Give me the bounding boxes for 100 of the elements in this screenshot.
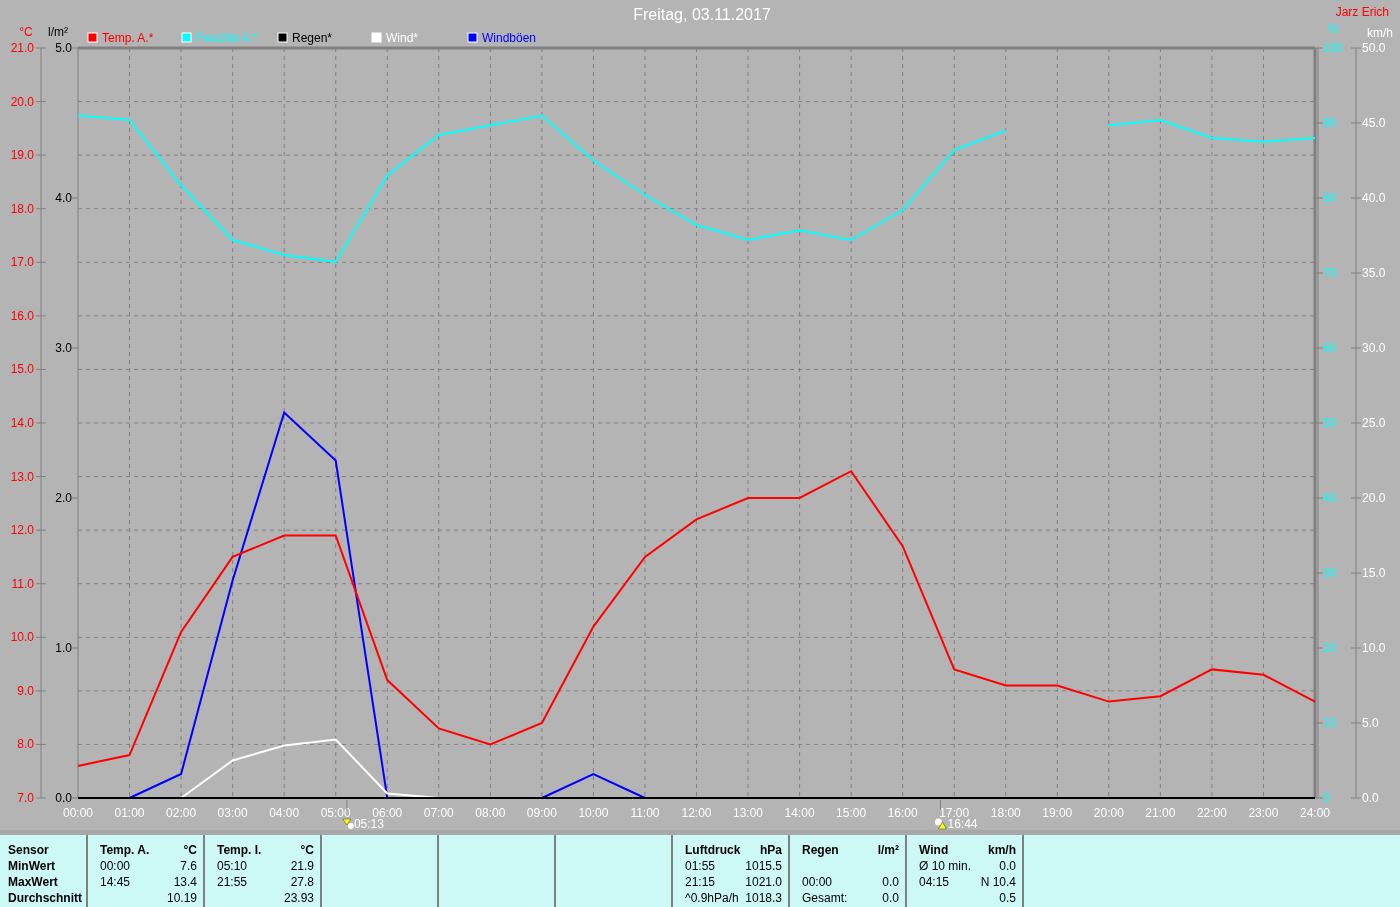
axis-tick-label: 3.0	[55, 341, 72, 355]
legend-label: Windböen	[482, 31, 537, 45]
table-cell-text: 27.8	[289, 875, 314, 891]
table-cell: 10.19	[166, 891, 197, 907]
table-cell-text: Ø 10 min.	[918, 859, 973, 875]
axis-tick-label: 18:00	[990, 806, 1021, 820]
axis-tick-label: 15.0	[10, 362, 34, 377]
row-label: MaxWert	[8, 875, 59, 891]
axis-tick-label: 18.0	[10, 201, 34, 216]
axis-tick-label: 20	[1323, 641, 1337, 655]
axis-tick-label: 10.0	[10, 630, 34, 645]
axis-tick-label: 04:00	[269, 806, 300, 820]
axis-tick-label: 40	[1323, 491, 1337, 505]
table-cell-text: 05:10	[216, 859, 249, 875]
table-cell-text: 14:45	[99, 875, 132, 891]
table-cell-text: 0.0	[998, 859, 1016, 875]
axis-tick-label: 23:00	[1248, 806, 1279, 820]
row-label: Durchschnitt	[8, 891, 80, 907]
column-header: Regen	[801, 843, 840, 859]
legend-label: Wind*	[386, 31, 418, 45]
table-cell-text: 21:15	[684, 875, 717, 891]
axis-tick-label: 19.0	[10, 148, 34, 163]
axis-tick-label: 60	[1323, 341, 1337, 355]
column-header: Wind	[918, 843, 950, 859]
axis-tick-label: 7.0	[17, 791, 34, 805]
axis-tick-label: 80	[1323, 191, 1337, 205]
axis-tick-label: 4.0	[55, 191, 72, 205]
axis-tick-label: 15:00	[836, 806, 867, 820]
table-cell-text: 00:00	[99, 859, 132, 875]
legend-label: Feuchte A.*	[196, 31, 259, 45]
axis-unit: km/h	[1367, 26, 1393, 40]
table-cell-text: ^0.9hPa/h	[684, 891, 740, 907]
axis-tick-label: 10	[1323, 716, 1337, 730]
axis-tick-label: 02:00	[166, 806, 197, 820]
axis-unit: %	[1328, 22, 1339, 36]
axis-tick-label: 16.0	[10, 308, 34, 323]
user-name: Jarz Erich	[1335, 5, 1389, 19]
axis-tick-label: 13:00	[733, 806, 764, 820]
axis-tick-label: 12.0	[10, 523, 34, 538]
table-cell-text: 0.5	[998, 891, 1016, 907]
axis-tick-label: 00:00	[63, 806, 93, 820]
axis-tick-label: 17.0	[10, 255, 34, 270]
row-label: Sensor	[8, 843, 50, 859]
axis-tick-label: 5.0	[1362, 716, 1379, 730]
axis-tick-label: 30	[1323, 566, 1337, 580]
axis-tick-label: 35.0	[1362, 266, 1386, 280]
axis-tick-label: 05:00	[320, 806, 351, 820]
axis-tick-label: 10.0	[1362, 641, 1386, 655]
axis-tick-label: 15.0	[1362, 566, 1386, 580]
axis-tick-label: 14.0	[10, 416, 34, 430]
axis-tick-label: 14:00	[784, 806, 815, 820]
legend-label: Regen*	[292, 31, 333, 45]
axis-tick-label: 07:00	[423, 806, 454, 820]
table-cell: N 10.4	[980, 875, 1016, 891]
axis-tick-label: 16:00	[887, 806, 918, 820]
axis-tick-label: 25.0	[1362, 416, 1386, 430]
axis-unit: l/m²	[48, 25, 68, 39]
axis-unit: °C	[19, 25, 33, 39]
table-cell-text: 0.0	[881, 891, 899, 907]
axis-tick-label: 20.0	[1362, 491, 1386, 505]
table-cell-text: 21:55	[216, 875, 249, 891]
axis-tick-label: 40.0	[1362, 191, 1386, 205]
axis-tick-label: 1.0	[55, 641, 72, 655]
legend-label: Temp. A.*	[102, 31, 154, 45]
axis-tick-label: 01:00	[114, 806, 145, 820]
column-header: Luftdruck	[684, 843, 742, 859]
axis-tick-label: 20:00	[1093, 806, 1124, 820]
axis-tick-label: 17:00	[939, 806, 970, 820]
axis-tick-label: 08:00	[475, 806, 506, 820]
axis-tick-label: 12:00	[681, 806, 712, 820]
chart-title: Freitag, 03.11.2017	[633, 6, 771, 23]
axis-tick-label: 0.0	[1362, 791, 1379, 805]
unit-label: l/m²	[877, 843, 899, 859]
axis-tick-label: 10:00	[578, 806, 609, 820]
axis-tick-label: 5.0	[55, 41, 72, 55]
axis-tick-label: 21.0	[10, 41, 34, 55]
axis-tick-label: 11.0	[11, 576, 34, 591]
axis-tick-label: 30.0	[1362, 341, 1386, 355]
axis-tick-label: 8.0	[17, 737, 34, 752]
axis-tick-label: 09:00	[526, 806, 557, 820]
column-header: Temp. I.	[216, 843, 263, 859]
table-cell: 1021.0	[745, 875, 782, 891]
table-cell: 23.93	[283, 891, 314, 907]
sunrise-icon	[342, 818, 354, 829]
axis-tick-label: 03:00	[217, 806, 248, 820]
axis-tick-label: 2.0	[55, 491, 72, 505]
unit-label: °C	[182, 843, 197, 859]
column-header: Temp. A.	[99, 843, 151, 859]
table-cell-text: 13.4	[172, 875, 197, 891]
axis-tick-label: 9.0	[17, 683, 34, 698]
unit-label: °C	[299, 843, 314, 859]
table-cell-text: 0.0	[881, 875, 899, 891]
axis-tick-label: 13.0	[10, 469, 34, 484]
axis-tick-label: 24:00	[1300, 806, 1330, 820]
axis-tick-label: 21:00	[1145, 806, 1176, 820]
axis-tick-label: 100	[1323, 41, 1344, 55]
table-cell-text: 7.6	[179, 859, 197, 875]
row-label: MinWert	[8, 859, 57, 875]
axis-tick-label: 0	[1323, 791, 1330, 805]
table-cell: 1018.3	[745, 891, 782, 907]
